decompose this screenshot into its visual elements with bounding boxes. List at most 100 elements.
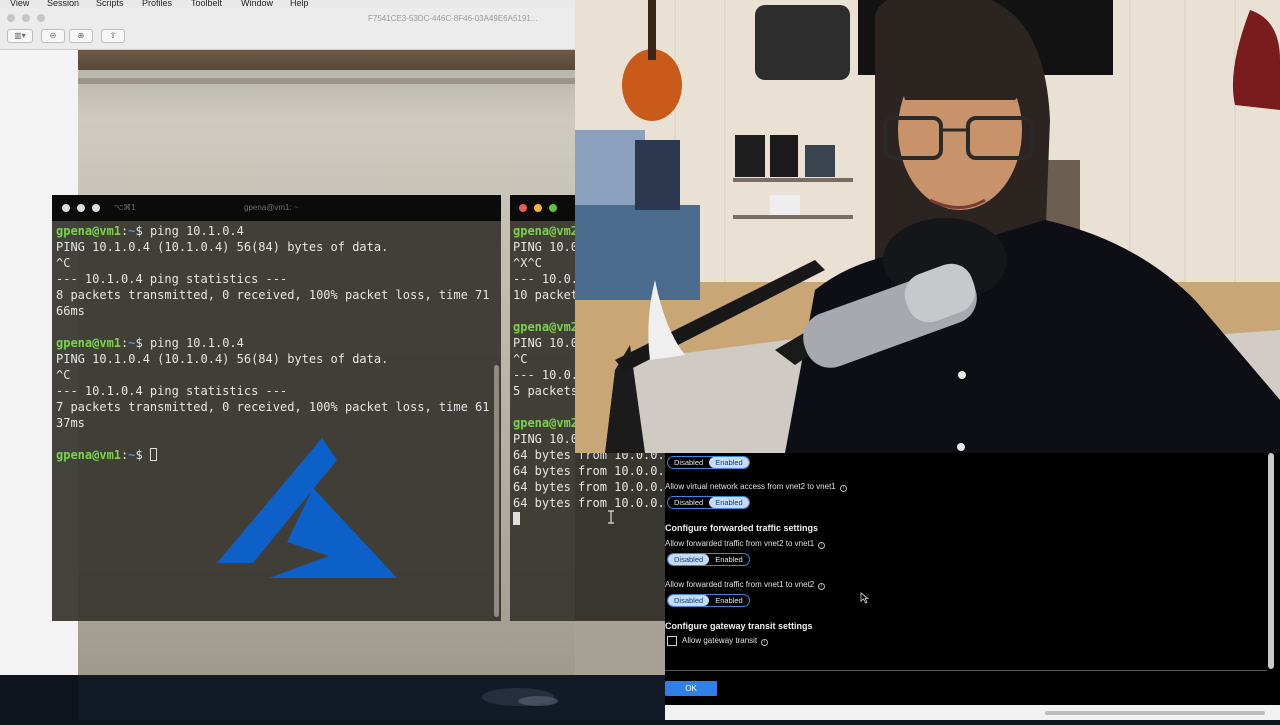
desktop-water-decoration: [482, 688, 558, 706]
output-text: 8 packets transmitted, 0 received, 100% …: [56, 288, 490, 302]
info-icon[interactable]: i: [839, 485, 847, 492]
terminal-vm2-text: PING 10.0: [513, 240, 579, 254]
terminal-vm2-minimize-button[interactable]: [534, 204, 542, 212]
terminal-vm2-text: 10 packet: [513, 288, 579, 302]
terminal-vm2-text: 64 bytes from 10.0.0.: [513, 464, 665, 478]
vnet-access-toggle[interactable]: Disabled Enabled: [667, 496, 750, 509]
terminal-cursor: [149, 448, 157, 461]
prompt-symbol: $: [135, 336, 150, 350]
terminal-shortcut: ⌥⌘1: [114, 203, 136, 212]
document-title: F7541CE3-53DC-446C-8F46-03A49E6A5191...: [368, 14, 538, 23]
terminal-vm2-line: 64 bytes from 10.0.0.: [513, 464, 665, 480]
forwarded-traffic-heading: Configure forwarded traffic settings: [665, 523, 819, 533]
output-text: 7 packets transmitted, 0 received, 100% …: [56, 400, 490, 414]
sidebar-toggle-button[interactable]: ▥▾: [7, 29, 33, 43]
prompt-user: gpena@vm1: [56, 224, 122, 238]
azure-logo: [217, 438, 397, 578]
terminal-vm2-cursor: [513, 512, 520, 525]
terminal-title-bar[interactable]: ⌥⌘1 gpena@vm1: ~: [52, 195, 501, 221]
output-text: ^C: [56, 368, 71, 382]
allow-gateway-transit-checkbox[interactable]: [667, 636, 677, 646]
terminal-line: 66ms: [56, 304, 501, 320]
fwd-vnet2-enabled-option[interactable]: Enabled: [709, 554, 749, 565]
info-icon[interactable]: i: [761, 639, 769, 646]
prompt-path: ~: [128, 448, 136, 462]
terminal-line: ^C: [56, 256, 501, 272]
top-toggle-disabled-option[interactable]: Disabled: [668, 457, 709, 468]
menu-item-scripts[interactable]: Scripts: [96, 0, 124, 8]
terminal-close-button[interactable]: [62, 204, 70, 212]
output-text: 37ms: [56, 416, 85, 430]
terminal-output[interactable]: gpena@vm1:~$ ping 10.1.0.4 PING 10.1.0.4 …: [52, 221, 501, 464]
terminal-line: 7 packets transmitted, 0 received, 100% …: [56, 400, 501, 416]
menu-item-profiles[interactable]: Profiles: [142, 0, 172, 8]
terminal-line: 8 packets transmitted, 0 received, 100% …: [56, 288, 501, 304]
info-icon[interactable]: i: [818, 542, 826, 549]
terminal-vm2-text: --- 10.0.: [513, 272, 579, 286]
top-toggle-enabled-option[interactable]: Enabled: [709, 457, 749, 468]
share-button[interactable]: ⇪: [101, 29, 125, 43]
terminal-scrollbar[interactable]: [494, 365, 499, 617]
info-icon[interactable]: i: [818, 583, 826, 590]
terminal-vm2-close-button[interactable]: [519, 204, 527, 212]
mouse-pointer-icon: [860, 592, 870, 604]
top-setting-toggle[interactable]: Disabled Enabled: [667, 456, 750, 469]
terminal-line: --- 10.1.0.4 ping statistics ---: [56, 272, 501, 288]
terminal-line: 37ms: [56, 416, 501, 432]
terminal-line: ^C: [56, 368, 501, 384]
terminal-vm2-line: [513, 512, 665, 528]
zoom-in-button[interactable]: ⊕: [69, 29, 93, 43]
terminal-line: PING 10.1.0.4 (10.1.0.4) 56(84) bytes of…: [56, 240, 501, 256]
menu-item-help[interactable]: Help: [290, 0, 309, 8]
menu-item-view[interactable]: View: [10, 0, 29, 8]
vnet-access-disabled-option[interactable]: Disabled: [668, 497, 709, 508]
prompt-symbol: $: [135, 448, 150, 462]
menu-item-window[interactable]: Window: [241, 0, 273, 8]
terminal-line: --- 10.1.0.4 ping statistics ---: [56, 384, 501, 400]
output-text: PING 10.1.0.4 (10.1.0.4) 56(84) bytes of…: [56, 352, 389, 366]
terminal-zoom-button[interactable]: [92, 204, 100, 212]
close-window-button[interactable]: [7, 14, 15, 22]
terminal-window-vm1[interactable]: ⌥⌘1 gpena@vm1: ~ gpena@vm1:~$ ping 10.1.…: [52, 195, 501, 621]
zoom-window-button[interactable]: [37, 14, 45, 22]
fwd-vnet1-enabled-option[interactable]: Enabled: [709, 595, 749, 606]
terminal-line: gpena@vm1:~$ ping 10.1.0.4: [56, 224, 501, 240]
preview-toolbar: F7541CE3-53DC-446C-8F46-03A49E6A5191... …: [0, 8, 575, 50]
terminal-vm2-text: PING 10.0: [513, 336, 579, 350]
panel-scrollbar[interactable]: [1268, 453, 1274, 669]
prompt-user: gpena@vm1: [56, 336, 122, 350]
text-cursor-icon: [608, 510, 614, 524]
fwd-vnet2-label-text: Allow forwarded traffic from vnet2 to vn…: [665, 539, 815, 548]
horizontal-scrollbar[interactable]: [1045, 711, 1265, 715]
gateway-transit-heading: Configure gateway transit settings: [665, 621, 813, 631]
ok-button[interactable]: OK: [665, 681, 717, 696]
terminal-line: gpena@vm1:~$ ping 10.1.0.4: [56, 336, 501, 352]
fwd-vnet1-disabled-option[interactable]: Disabled: [668, 595, 710, 606]
menu-item-session[interactable]: Session: [47, 0, 79, 8]
terminal-vm2-zoom-button[interactable]: [549, 204, 557, 212]
fwd-vnet2-disabled-option[interactable]: Disabled: [668, 554, 710, 565]
gateway-transit-label: Allow gateway transit i: [682, 636, 769, 646]
terminal-vm2-text: 5 packets: [513, 384, 579, 398]
terminal-vm2-text: 64 bytes from 10.0.0.: [513, 496, 665, 510]
mac-menu-bar: View Session Scripts Profiles Toolbelt W…: [0, 0, 575, 8]
fwd-vnet1-label-text: Allow forwarded traffic from vnet1 to vn…: [665, 580, 815, 589]
fwd-vnet2-toggle[interactable]: Disabled Enabled: [667, 553, 750, 566]
prompt-path: ~: [128, 224, 136, 238]
prompt-user: gpena@vm1: [56, 448, 122, 462]
terminal-vm2-line: 64 bytes from 10.0.0.: [513, 480, 665, 496]
terminal-minimize-button[interactable]: [77, 204, 85, 212]
minimize-window-button[interactable]: [22, 14, 30, 22]
output-text: 66ms: [56, 304, 85, 318]
terminal-vm2-text: ^C: [513, 352, 528, 366]
output-text: PING 10.1.0.4 (10.1.0.4) 56(84) bytes of…: [56, 240, 389, 254]
terminal-vm2-line: 64 bytes from 10.0.0.: [513, 496, 665, 512]
fwd-vnet1-toggle[interactable]: Disabled Enabled: [667, 594, 750, 607]
zoom-out-button[interactable]: ⊖: [41, 29, 65, 43]
webcam-scene: [575, 0, 1280, 453]
desktop-background: [78, 675, 665, 720]
menu-item-toolbelt[interactable]: Toolbelt: [191, 0, 222, 8]
vnet-access-enabled-option[interactable]: Enabled: [709, 497, 749, 508]
vnet-access-label: Allow virtual network access from vnet2 …: [665, 482, 847, 492]
wall-trim: [78, 78, 575, 84]
